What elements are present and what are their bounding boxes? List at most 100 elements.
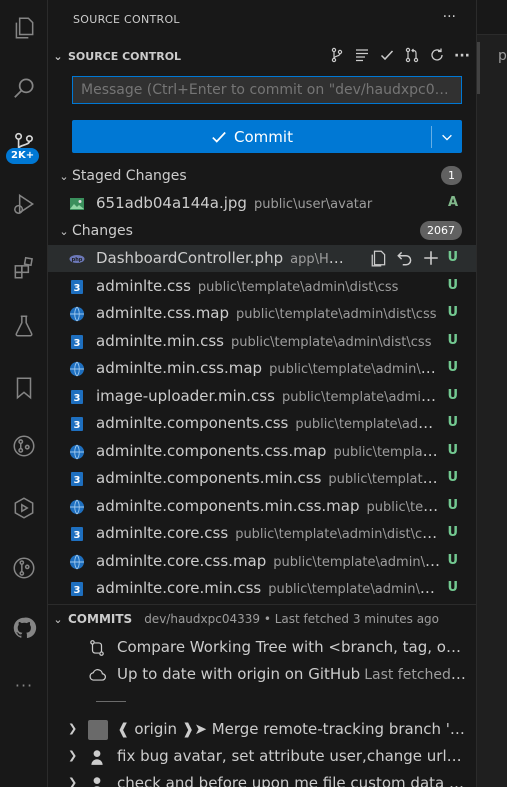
chevron-down-icon: ⌄ (53, 612, 63, 626)
commit-dropdown[interactable] (432, 120, 462, 153)
css-icon: 3 (71, 389, 83, 404)
scrollbar[interactable] (477, 42, 480, 94)
commit-button[interactable]: Commit (72, 120, 431, 153)
css-icon: 3 (71, 417, 83, 431)
css-icon: 3 (71, 472, 83, 486)
file-path: public\user\avatar (253, 197, 373, 212)
change-file-row[interactable]: 3 adminlte.min.css public\template\admin\d… (48, 328, 476, 355)
source-control-sidebar: SOURCE CONTROL ··· ⌄ SOURCE CONTROL ··· … (48, 0, 476, 787)
staged-file-row[interactable]: 651adb04a144a.jpg public\user\avatar A (48, 190, 476, 217)
file-name: image-uploader.min.css (96, 386, 275, 405)
commits-title: COMMITS (68, 612, 133, 626)
file-label: adminlte.components.css public\template\a… (96, 414, 442, 432)
up-to-date-row[interactable]: Up to date with origin on GitHub Last fet… (48, 660, 476, 688)
commit-entry-row[interactable]: ❯ check and before upon me file custom d… (48, 769, 476, 787)
avatar (88, 720, 108, 740)
stage-changes-icon[interactable] (422, 249, 440, 271)
file-name: 651adb04a144a.jpg (96, 194, 247, 212)
refresh-icon[interactable] (429, 47, 445, 66)
commits-section-header[interactable]: ⌄ COMMITS dev/haudxpc04339 • Last fetche… (48, 608, 476, 630)
file-label: adminlte.min.css public\template\admin\di… (96, 332, 442, 350)
commit-message: fix bug avatar, set attribute user,chang… (117, 747, 466, 765)
file-label: adminlte.css public\template\admin\dist\c… (96, 277, 442, 295)
css-map-icon (70, 361, 84, 377)
svg-text:3: 3 (74, 393, 81, 404)
file-label: DashboardController.php app\Http\... (96, 249, 346, 267)
commit-entry-row[interactable]: ❯ fix bug avatar, set attribute user,cha… (48, 742, 476, 770)
chevron-right-icon: ❯ (68, 722, 78, 735)
discard-changes-icon[interactable] (396, 249, 414, 271)
scm-section-header[interactable]: ⌄ SOURCE CONTROL ··· (48, 45, 476, 67)
commit-message-input[interactable] (72, 76, 462, 104)
github-icon[interactable] (0, 604, 48, 652)
file-path: public\template\admin\dist\css (236, 307, 437, 322)
change-file-row[interactable]: adminlte.css.map public\template\admin\di… (48, 300, 476, 327)
change-file-row[interactable]: adminlte.components.min.css.map public\te… (48, 493, 476, 520)
file-name: adminlte.core.css (96, 524, 229, 542)
run-debug-icon[interactable] (0, 180, 48, 228)
chevron-down-icon: ⌄ (59, 169, 69, 183)
status-badge: U (447, 415, 458, 430)
status-badge: U (447, 332, 458, 348)
bookmarks-icon[interactable] (0, 364, 48, 412)
chevron-down-icon: ⌄ (59, 224, 69, 238)
editor-text: p (498, 48, 507, 64)
file-path: public\temp... (366, 499, 442, 515)
file-label: adminlte.min.css.map public\template\admi… (96, 359, 442, 377)
status-badge: U (447, 250, 458, 265)
up-to-date-label: Up to date with origin on GitHub Last fet… (117, 665, 466, 683)
section-divider (48, 604, 476, 605)
files-icon[interactable] (0, 4, 48, 52)
view-more-icon[interactable]: ··· (443, 9, 456, 25)
view-as-tree-icon[interactable] (329, 47, 345, 66)
file-name: adminlte.min.css (96, 331, 224, 350)
file-path: public\template\admin\dis... (268, 582, 442, 597)
person-icon (93, 777, 101, 787)
commit-button-label: Commit (234, 127, 293, 146)
check-icon (212, 131, 226, 143)
change-file-row[interactable]: 3 adminlte.components.css public\template\… (48, 410, 476, 437)
css-map-icon (70, 499, 84, 514)
svg-text:3: 3 (74, 475, 81, 486)
source-control-badge: 2K+ (6, 148, 40, 164)
change-file-row[interactable]: 3 adminlte.core.min.css public\template\ad… (48, 575, 476, 602)
view-title: SOURCE CONTROL (73, 12, 180, 26)
search-icon[interactable] (0, 64, 48, 112)
change-file-row[interactable]: adminlte.core.css.map public\template\adm… (48, 548, 476, 575)
change-file-row[interactable]: 3 adminlte.core.css public\template\admin\… (48, 520, 476, 547)
file-label: adminlte.core.css public\template\admin\d… (96, 524, 442, 542)
staged-changes-group[interactable]: ⌄ Staged Changes 1 (48, 163, 476, 189)
change-file-row[interactable]: adminlte.components.css.map public\templa… (48, 438, 476, 465)
change-file-row[interactable]: php DashboardController.phpapp\Http\... … (48, 245, 476, 272)
testing-icon[interactable] (0, 302, 48, 350)
more-actions-icon[interactable]: ··· (454, 48, 470, 64)
chevron-down-icon: ⌄ (53, 49, 63, 63)
file-name: adminlte.components.min.css.map (96, 496, 360, 515)
commit-entry-row[interactable]: ❯ ❰ origin ❱➤ Merge remote-tracking bran… (48, 715, 476, 743)
file-name: adminlte.css (96, 276, 191, 295)
editor-tab-strip (477, 0, 507, 35)
change-file-row[interactable]: 3 image-uploader.min.css public\template\a… (48, 383, 476, 410)
remote-explorer-icon[interactable] (0, 484, 48, 532)
gitlens-icon[interactable] (0, 544, 48, 592)
chevron-right-icon: ❯ (68, 776, 78, 787)
file-label: adminlte.components.min.css.map public\te… (96, 497, 442, 515)
changes-label: Changes (72, 223, 133, 239)
change-file-row[interactable]: 3 adminlte.css public\template\admin\dist\… (48, 273, 476, 300)
up-to-date-text: Up to date with origin on GitHub (117, 665, 361, 683)
extensions-icon[interactable] (0, 244, 48, 292)
file-label: adminlte.css.map public\template\admin\di… (96, 304, 442, 322)
git-graph-icon[interactable] (0, 422, 48, 470)
changes-group[interactable]: ⌄ Changes 2067 (48, 218, 476, 244)
more-icon[interactable]: ··· (0, 676, 48, 695)
compare-working-tree-row[interactable]: Compare Working Tree with <branch, tag, … (48, 633, 476, 661)
activity-bar: 2K+ ··· (0, 0, 48, 787)
change-file-row[interactable]: 3 adminlte.components.min.css public\templ… (48, 465, 476, 492)
change-file-row[interactable]: adminlte.min.css.map public\template\admi… (48, 355, 476, 382)
file-label: adminlte.components.css.map public\templa… (96, 442, 442, 460)
list-icon[interactable] (354, 47, 370, 66)
pull-request-icon[interactable] (404, 47, 420, 66)
file-label: adminlte.core.css.map public\template\adm… (96, 552, 442, 570)
commit-check-icon[interactable] (379, 47, 395, 66)
open-file-icon[interactable] (370, 249, 388, 271)
